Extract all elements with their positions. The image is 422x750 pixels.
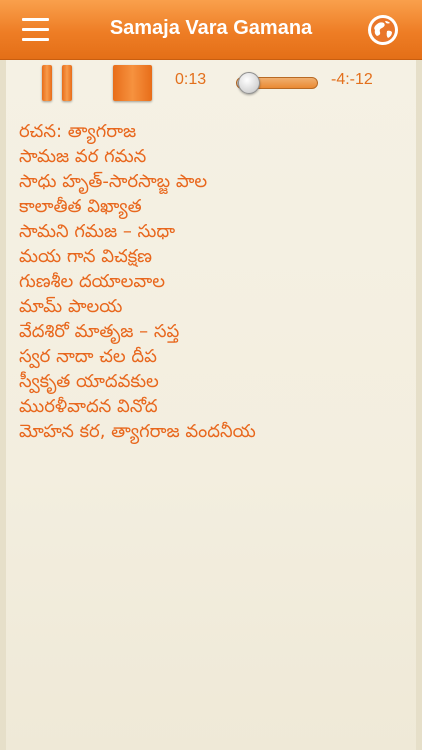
page-title: Samaja Vara Gamana — [109, 17, 313, 39]
lyric-line: స్వర నాదా చల దీప — [19, 346, 157, 367]
stop-button[interactable] — [113, 65, 152, 101]
pause-button[interactable] — [42, 65, 72, 101]
lyric-line: సామని గమజ – సుధా — [19, 221, 176, 242]
lyric-line: మామ్ పాలయ — [19, 296, 123, 317]
elapsed-time: 0:13 — [175, 71, 207, 88]
lyric-line-author: రచన: త్యాగరాజ — [19, 121, 137, 142]
lyric-line: స్వీకృత యాదవకుల — [19, 371, 159, 392]
lyric-line: మోహన కర, త్యాగరాజ వందనీయ — [19, 421, 256, 442]
remaining-time: -4:-12 — [331, 71, 373, 88]
progress-thumb[interactable] — [238, 72, 260, 94]
navigation-bar: Samaja Vara Gamana — [0, 0, 422, 60]
lyric-line: సామజ వర గమన — [19, 146, 147, 167]
lyric-line: మయ గాన విచక్షణ — [19, 246, 153, 267]
pause-icon — [42, 65, 52, 101]
lyric-line: మురళీవాదన వినోద — [19, 396, 158, 417]
lyric-line: గుణశీల దయాలవాల — [19, 271, 165, 292]
progress-slider[interactable] — [236, 72, 318, 94]
lyric-line: సాధు హృత్-సారసాబ్జ పాల — [19, 171, 208, 192]
lyric-line: కాలాతీత విఖ్యాత — [19, 196, 142, 217]
lyric-line: వేదశిరో మాతృజ – సప్త — [19, 321, 180, 342]
globe-icon[interactable] — [366, 13, 400, 47]
lyrics-text: రచన: త్యాగరాజ సామజ వర గమన సాధు హృత్-సారస… — [19, 119, 409, 444]
